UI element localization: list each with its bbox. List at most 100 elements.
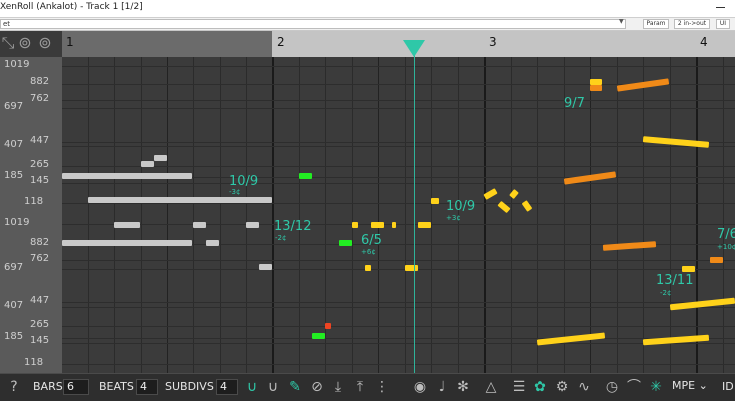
- pitch-label: 1019: [4, 217, 30, 228]
- bar-segment-1[interactable]: [62, 31, 272, 57]
- note[interactable]: [206, 240, 219, 246]
- note[interactable]: [259, 264, 272, 270]
- routing-button[interactable]: 2 in->out: [674, 19, 710, 29]
- triangle-icon[interactable]: △: [483, 379, 499, 395]
- note[interactable]: [365, 265, 371, 271]
- note[interactable]: [193, 222, 206, 228]
- window-title: XenRoll (Ankalot) - Track 1 [1/2]: [0, 2, 143, 12]
- note[interactable]: [710, 257, 723, 263]
- note[interactable]: [88, 197, 272, 203]
- download-icon[interactable]: ⤓: [330, 379, 346, 395]
- note[interactable]: [62, 173, 192, 179]
- note[interactable]: [405, 265, 418, 271]
- bar-number: 3: [489, 35, 497, 49]
- more-icon[interactable]: ⋮: [374, 379, 390, 395]
- pitch-line: [62, 302, 735, 303]
- focus-all-icon[interactable]: ⊚: [37, 35, 53, 51]
- subdivs-label: SUBDIVS: [165, 380, 214, 393]
- playhead-marker[interactable]: [403, 40, 425, 57]
- pitch-label: 697: [4, 101, 24, 112]
- note[interactable]: [154, 155, 167, 161]
- bar-segment-3[interactable]: [484, 31, 696, 57]
- pitch-line: [62, 364, 735, 365]
- note[interactable]: [62, 240, 192, 246]
- note[interactable]: [352, 222, 358, 228]
- palette-icon[interactable]: ✿: [532, 379, 548, 395]
- subdivs-input[interactable]: 4: [216, 379, 238, 395]
- bar-number: 4: [700, 35, 708, 49]
- magnet-icon[interactable]: ∪: [244, 379, 260, 395]
- pitch-line: [62, 224, 735, 225]
- ui-button[interactable]: UI: [716, 19, 730, 29]
- list-icon[interactable]: ☰: [511, 379, 527, 395]
- lens-icon[interactable]: ⌒: [626, 379, 642, 395]
- pitch-label: 145: [30, 175, 50, 186]
- note[interactable]: [114, 222, 140, 228]
- pitch-label: 407: [4, 300, 24, 311]
- spectrum-icon[interactable]: ✻: [455, 379, 471, 395]
- timeline-ruler[interactable]: ⤡ ⊚ ⊚ 1 2 3 4: [0, 31, 735, 57]
- pitch-label: 882: [30, 237, 50, 248]
- waveform-icon[interactable]: ∿: [576, 379, 592, 395]
- interval-ratio: 9/7: [564, 96, 585, 111]
- note[interactable]: [325, 323, 331, 329]
- note[interactable]: [246, 222, 259, 228]
- interval-cents: -3¢: [229, 188, 241, 196]
- param-button[interactable]: Param: [643, 19, 669, 29]
- note[interactable]: [299, 173, 312, 179]
- magnet-outline-icon[interactable]: ∪: [265, 379, 281, 395]
- note[interactable]: [418, 222, 431, 228]
- interval-cents: +3¢: [446, 214, 461, 222]
- bars-input[interactable]: 6: [63, 379, 89, 395]
- pencil-icon[interactable]: ✎: [287, 379, 303, 395]
- tuning-icon[interactable]: ✳: [648, 379, 664, 395]
- bars-label: BARS: [33, 380, 63, 393]
- pitch-label: 118: [24, 196, 44, 207]
- pitch-line: [62, 203, 735, 204]
- mic-icon[interactable]: ♩: [434, 379, 450, 395]
- pitch-line: [62, 269, 735, 270]
- tempo-icon[interactable]: ◷: [604, 379, 620, 395]
- chevron-down-icon[interactable]: ▼: [619, 18, 624, 25]
- note[interactable]: [521, 200, 533, 212]
- preset-select[interactable]: et: [0, 19, 626, 29]
- minimize-button[interactable]: [716, 7, 725, 8]
- pitch-line: [62, 146, 735, 147]
- bar-segment-2[interactable]: [272, 31, 484, 57]
- mode-label: MPE: [672, 379, 696, 392]
- bar-number: 1: [66, 35, 74, 49]
- note[interactable]: [392, 222, 396, 228]
- upload-icon[interactable]: ⤒: [352, 379, 368, 395]
- interval-ratio: 10/9: [229, 174, 259, 189]
- pitch-label: 882: [30, 76, 50, 87]
- pitch-label: 447: [30, 135, 50, 146]
- note[interactable]: [339, 240, 352, 246]
- note[interactable]: [141, 161, 154, 167]
- note[interactable]: [590, 85, 602, 91]
- piano-roll-grid[interactable]: 10/9 -3¢ 13/12 -2¢ 6/5 +6¢ 10/9 +3¢ 9/7 …: [62, 57, 735, 373]
- record-icon[interactable]: ◉: [412, 379, 428, 395]
- note[interactable]: [682, 266, 695, 272]
- focus-icon[interactable]: ⊚: [17, 35, 33, 51]
- mute-pen-icon[interactable]: ⊘: [309, 379, 325, 395]
- playhead-line: [414, 50, 415, 373]
- pitch-label: 145: [30, 335, 50, 346]
- interval-cents: +10¢: [717, 243, 735, 251]
- note[interactable]: [371, 222, 384, 228]
- beats-input[interactable]: 4: [136, 379, 158, 395]
- gear-icon[interactable]: ⚙: [554, 379, 570, 395]
- help-icon[interactable]: ?: [6, 379, 22, 395]
- note[interactable]: [431, 198, 439, 204]
- pitch-line: [62, 326, 735, 327]
- note[interactable]: [312, 333, 325, 339]
- note[interactable]: [669, 297, 735, 311]
- pitch-label: 697: [4, 262, 24, 273]
- pitch-sidebar[interactable]: 1019 882 762 697 447 407 265 185 145 118…: [0, 57, 62, 373]
- interval-ratio: 13/11: [656, 273, 694, 288]
- pitch-line: [62, 108, 735, 109]
- mode-select[interactable]: MPE ⌄: [672, 379, 708, 392]
- note[interactable]: [602, 241, 657, 251]
- pitch-line: [62, 142, 735, 143]
- pitch-line: [62, 343, 735, 344]
- zoom-fit-icon[interactable]: ⤡: [0, 35, 16, 51]
